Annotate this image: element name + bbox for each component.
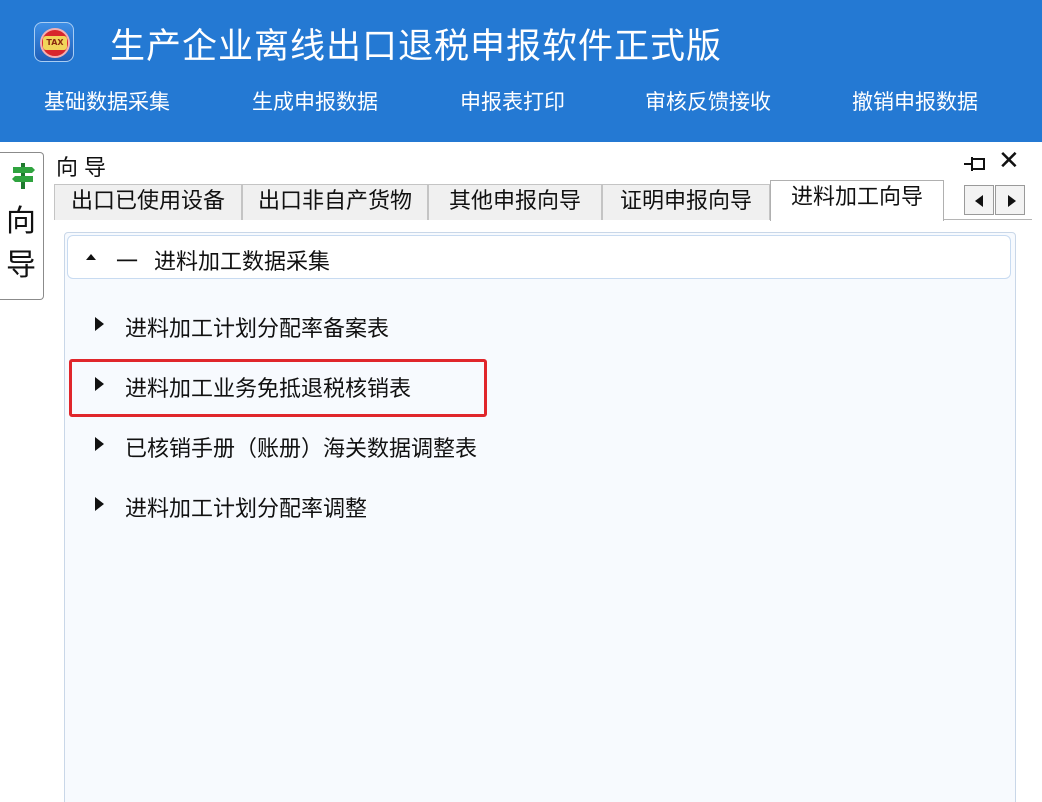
- side-label-char-2: 导: [6, 248, 36, 283]
- list-item[interactable]: 进料加工业务免抵退税核销表: [65, 365, 1005, 405]
- group-title: 进料加工数据采集: [154, 250, 331, 275]
- tab-certificate-declaration-wizard[interactable]: 证明申报向导: [602, 184, 770, 220]
- tab-exported-used-equipment[interactable]: 出口已使用设备: [54, 184, 242, 220]
- list-item[interactable]: 进料加工计划分配率备案表: [65, 305, 1005, 345]
- side-label-char-1: 向: [6, 204, 36, 239]
- item-label: 进料加工计划分配率备案表: [125, 317, 390, 342]
- item-label: 已核销手册（账册）海关数据调整表: [125, 437, 478, 462]
- tax-logo-icon: TAX: [34, 22, 74, 62]
- collapse-icon: [86, 254, 96, 260]
- menu-review-feedback[interactable]: 审核反馈接收: [645, 86, 771, 116]
- item-label: 进料加工计划分配率调整: [125, 497, 368, 522]
- side-dock-wizard[interactable]: 向 导: [0, 152, 44, 300]
- app-title: 生产企业离线出口退税申报软件正式版: [110, 27, 723, 67]
- list-item[interactable]: 已核销手册（账册）海关数据调整表: [65, 425, 1005, 465]
- tab-other-declaration-wizard[interactable]: 其他申报向导: [428, 184, 602, 220]
- arrow-left-icon: [975, 195, 983, 207]
- menu-print-forms[interactable]: 申报表打印: [460, 86, 565, 116]
- tab-scroll-right-button[interactable]: [995, 185, 1025, 215]
- tab-strip: 出口已使用设备 出口非自产货物 其他申报向导 证明申报向导 进料加工向导: [50, 180, 1042, 221]
- signpost-icon: [12, 163, 35, 189]
- expand-arrow-icon: [95, 317, 104, 331]
- menu-basic-data-collection[interactable]: 基础数据采集: [44, 86, 170, 116]
- list-item[interactable]: 进料加工计划分配率调整: [65, 485, 1005, 525]
- tab-scroll-left-button[interactable]: [964, 185, 994, 215]
- item-label: 进料加工业务免抵退税核销表: [125, 377, 412, 402]
- wizard-content: 一 进料加工数据采集 进料加工计划分配率备案表 进料加工业务免抵退税核销表 已核…: [64, 232, 1016, 802]
- expand-arrow-icon: [95, 497, 104, 511]
- expand-arrow-icon: [95, 377, 104, 391]
- pin-icon[interactable]: [962, 152, 988, 176]
- menu-generate-declaration[interactable]: 生成申报数据: [252, 86, 378, 116]
- tab-processing-import-wizard[interactable]: 进料加工向导: [770, 180, 944, 221]
- menu-cancel-declaration[interactable]: 撤销申报数据: [852, 86, 978, 116]
- group-number: 一: [116, 250, 139, 275]
- wizard-panel: 向导 ✕ 出口已使用设备 出口非自产货物 其他申报向导 证明申报向导 进料加工向…: [50, 142, 1042, 802]
- tab-non-self-produced-goods[interactable]: 出口非自产货物: [242, 184, 428, 220]
- panel-title: 向导: [56, 156, 113, 181]
- close-icon[interactable]: ✕: [998, 148, 1020, 174]
- expand-arrow-icon: [95, 437, 104, 451]
- group-header[interactable]: 一 进料加工数据采集: [67, 235, 1011, 279]
- menu-bar: 基础数据采集 生成申报数据 申报表打印 审核反馈接收 撤销申报数据: [0, 82, 1042, 122]
- app-header: TAX 生产企业离线出口退税申报软件正式版 基础数据采集 生成申报数据 申报表打…: [0, 0, 1042, 142]
- arrow-right-icon: [1008, 195, 1016, 207]
